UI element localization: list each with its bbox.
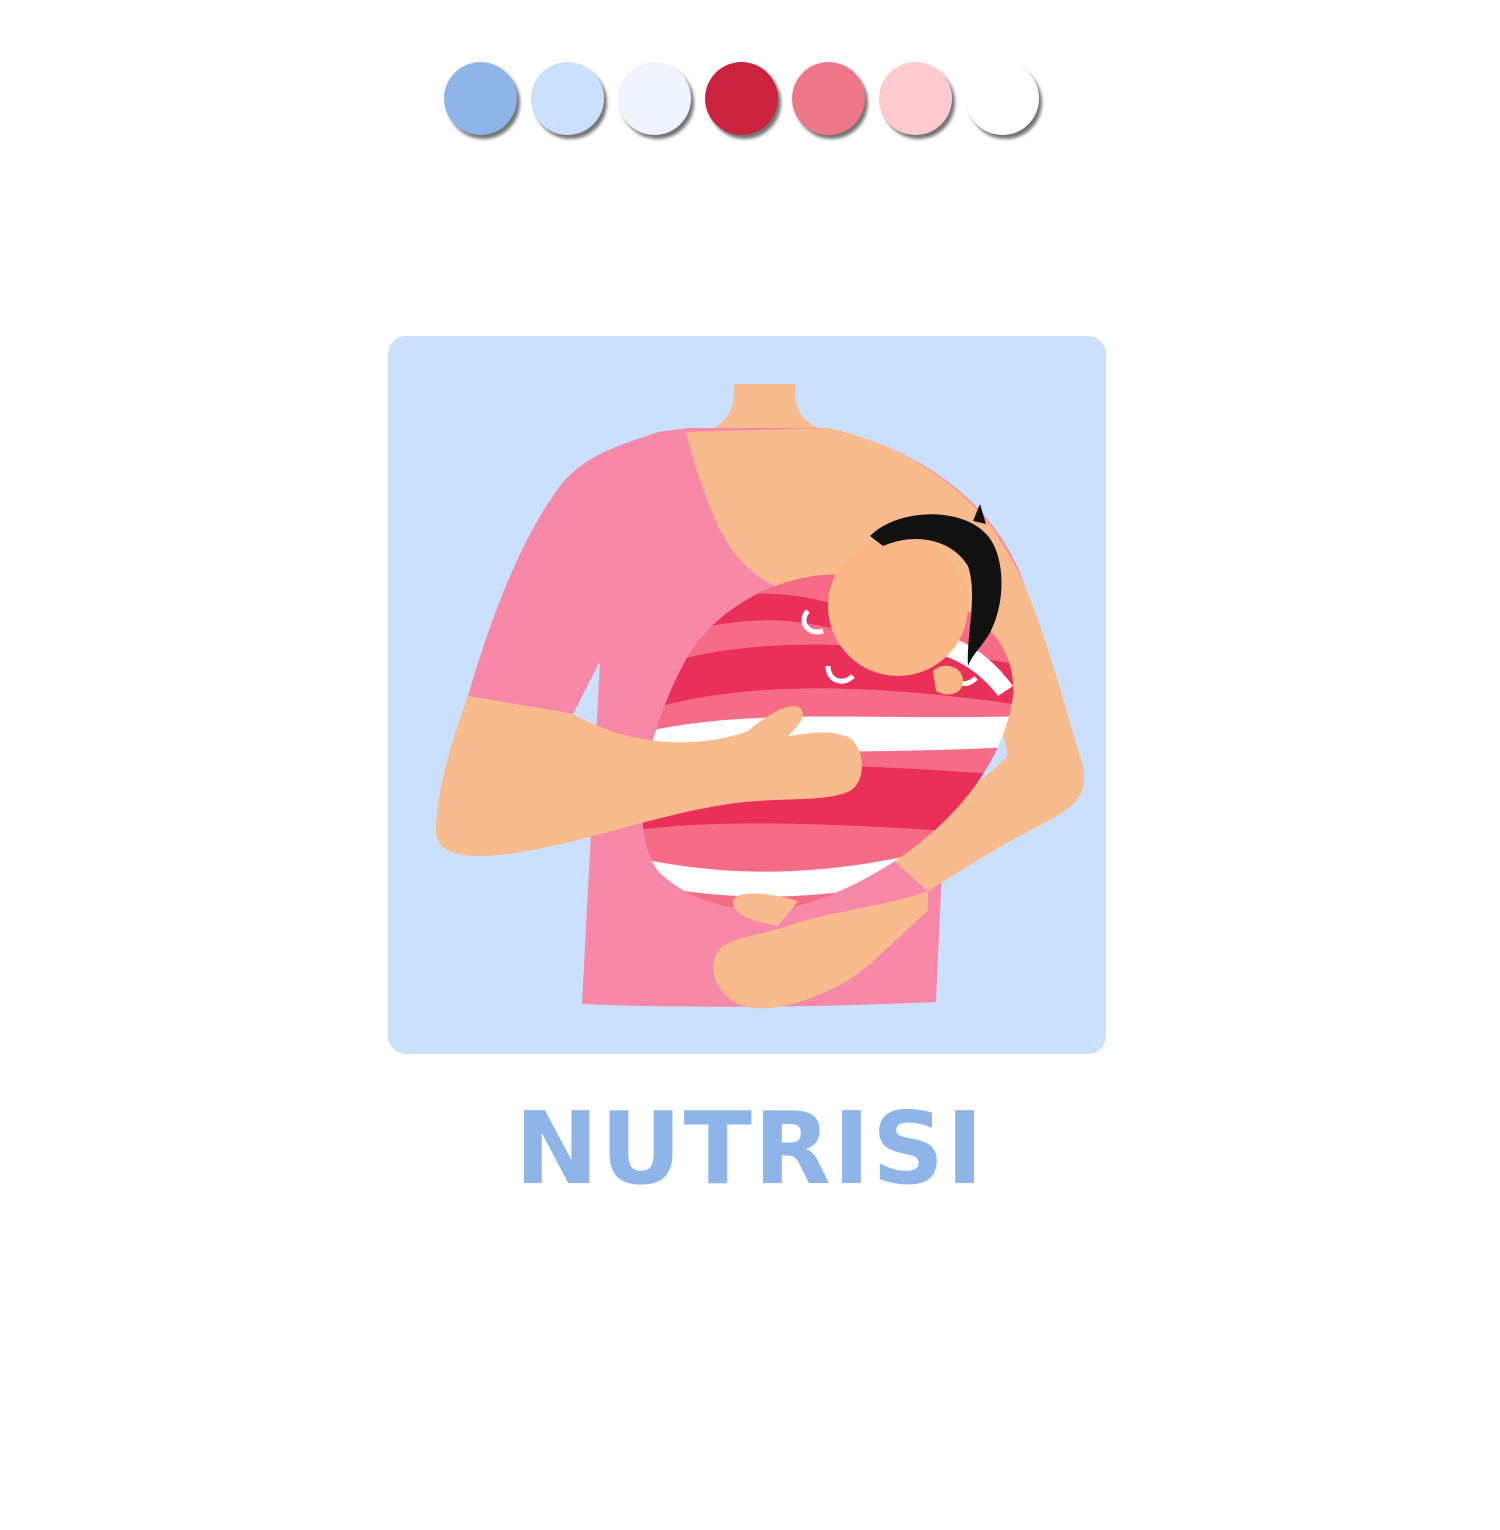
- color-swatch-light-blue: [531, 62, 604, 135]
- color-swatch-soft-blue: [444, 62, 517, 135]
- page: NUTRISI: [0, 0, 1500, 1530]
- color-swatch-rose: [792, 62, 865, 135]
- color-swatch-crimson: [705, 62, 778, 135]
- color-palette: [444, 62, 1039, 135]
- page-title: NUTRISI: [514, 1090, 986, 1207]
- color-swatch-white: [966, 62, 1039, 135]
- baby-head: [828, 536, 968, 676]
- mother-holding-baby-icon: [388, 336, 1106, 1054]
- color-swatch-pale-blue: [618, 62, 691, 135]
- color-swatch-blush: [879, 62, 952, 135]
